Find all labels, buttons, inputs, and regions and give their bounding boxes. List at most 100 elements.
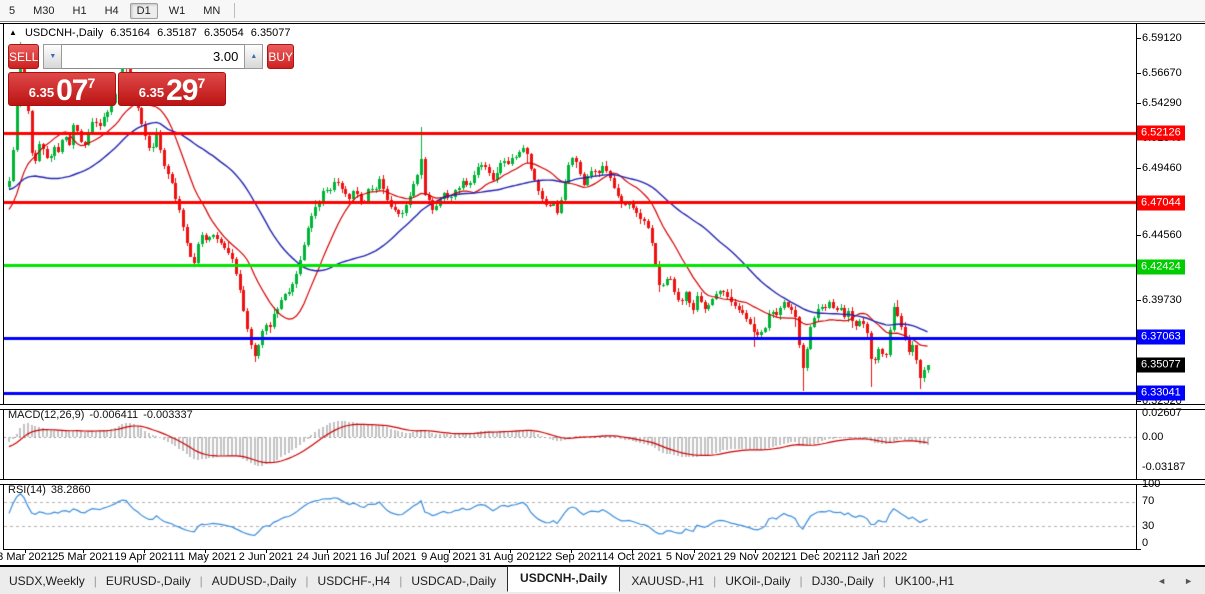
time-tick-label: 19 Apr 2021 (114, 551, 174, 563)
rsi-indicator-canvas (4, 482, 1136, 549)
time-tick-label: 12 Jan 2022 (846, 551, 908, 563)
buy-button[interactable]: BUY (267, 44, 295, 69)
ohlc-open: 6.35164 (110, 27, 151, 39)
price-tick-label: 6.54290 (1142, 97, 1182, 109)
time-tick-label: 25 Mar 2021 (52, 551, 114, 563)
timeframe-button-mn[interactable]: MN (196, 3, 227, 19)
volume-increase-button[interactable]: ▲ (244, 44, 264, 69)
symbol-period-label: USDCNH-,Daily (24, 27, 104, 39)
time-tick-label: 29 Nov 2021 (723, 551, 787, 563)
bid-price-small: 6.35 (28, 85, 55, 100)
time-tick-label: 16 Jul 2021 (359, 551, 417, 563)
price-tick-label: 6.59120 (1142, 32, 1182, 44)
one-click-trade-panel: SELL ▼ ▲ BUY 6.35 07 7 6.35 29 7 (8, 44, 295, 106)
sell-button[interactable]: SELL (8, 44, 40, 69)
price-tick-mark (1136, 168, 1141, 169)
chart-tab-bar: USDX,Weekly | EURUSD-,Daily | AUDUSD-,Daily |… (0, 566, 1205, 594)
chart-tab-usdchf-h4[interactable]: USDCHF-,H4 (309, 570, 400, 592)
chart-tab-usdcad-daily[interactable]: USDCAD-,Daily (402, 570, 505, 592)
price-level-badge: 6.42424 (1137, 259, 1185, 275)
price-level-badge: 6.37063 (1137, 329, 1185, 345)
spinner-down-icon: ▼ (49, 53, 57, 60)
chart-top-border (0, 23, 1205, 24)
macd-value-2: -0.003337 (143, 409, 193, 421)
indicator-tick-label: 0.02607 (1142, 407, 1182, 419)
time-tick-label: 14 Oct 2021 (602, 551, 662, 563)
time-tick-label: 24 Jun 2021 (296, 551, 358, 563)
indicator-tick-label: 70 (1142, 495, 1155, 507)
time-tick-label: 21 Dec 2021 (784, 551, 848, 563)
tab-scroll-left-icon[interactable]: ◄ (1157, 576, 1166, 586)
time-tick-label: 31 Aug 2021 (479, 551, 541, 563)
time-tick-label: 3 Mar 2021 (0, 551, 53, 563)
chart-tab-usdcnh-daily[interactable]: USDCNH-,Daily (507, 566, 621, 592)
time-tick-label: 9 Aug 2021 (421, 551, 477, 563)
volume-decrease-button[interactable]: ▼ (43, 44, 63, 69)
macd-label: MACD(12,26,9) -0.006411 -0.003337 (8, 409, 198, 421)
indicator-tick-label: 0 (1142, 537, 1149, 549)
chart-title: ▲ USDCNH-,Daily 6.35164 6.35187 6.35054 … (9, 27, 295, 39)
ohlc-low: 6.35054 (203, 27, 244, 39)
ask-price-pip: 7 (197, 75, 206, 91)
ask-price-big: 29 (166, 74, 198, 107)
bid-quote-box[interactable]: 6.35 07 7 (8, 72, 116, 106)
price-tick-mark (1136, 103, 1141, 104)
volume-stepper: ▼ ▲ (43, 44, 264, 69)
bid-price-pip: 7 (87, 75, 96, 91)
ohlc-close: 6.35077 (250, 27, 291, 39)
price-level-badge: 6.52126 (1137, 125, 1185, 141)
price-level-badge: 6.33041 (1137, 385, 1185, 401)
price-tick-mark (1136, 401, 1141, 402)
price-tick-label: 6.44560 (1142, 229, 1182, 241)
timeframe-button-h1[interactable]: H1 (66, 3, 94, 19)
time-tick-label: 11 May 2021 (173, 551, 237, 563)
rsi-label: RSI(14) 38.2860 (8, 484, 96, 496)
bid-price-big: 07 (56, 74, 88, 107)
price-level-badge: 6.35077 (1137, 357, 1185, 373)
rsi-value: 38.2860 (50, 484, 91, 496)
trading-platform-window: 5 M30 H1 H4 D1 W1 MN ▲ USDCNH-,Daily 6.35164 6… (0, 0, 1205, 594)
ask-price-small: 6.35 (138, 85, 165, 100)
panel-collapse-icon[interactable]: ▲ (9, 28, 17, 37)
indicator-tick-label: 30 (1142, 520, 1155, 532)
chart-tab-ukoil-daily[interactable]: UKOil-,Daily (716, 570, 799, 592)
price-tick-mark (1136, 300, 1141, 301)
chart-tab-xauusd-h1[interactable]: XAUUSD-,H1 (622, 570, 713, 592)
chart-left-border (3, 24, 4, 550)
tab-scroll-right-icon[interactable]: ► (1184, 576, 1193, 586)
chart-tab-uk100-h1[interactable]: UK100-,H1 (886, 570, 963, 592)
chart-tab-dj30-daily[interactable]: DJ30-,Daily (803, 570, 883, 592)
timeframe-button-5[interactable]: 5 (2, 3, 22, 19)
rsi-name: RSI(14) (8, 484, 46, 496)
timeframe-button-h4[interactable]: H4 (98, 3, 126, 19)
time-tick-label: 5 Nov 2021 (665, 551, 723, 563)
price-tick-label: 6.39730 (1142, 294, 1182, 306)
price-tick-mark (1136, 38, 1141, 39)
rsi-panel-divider[interactable] (0, 479, 1205, 485)
ohlc-high: 6.35187 (157, 27, 197, 39)
chart-tab-usdx-weekly[interactable]: USDX,Weekly (0, 570, 94, 592)
timeframe-button-m30[interactable]: M30 (26, 3, 61, 19)
macd-value-1: -0.006411 (89, 409, 139, 421)
timeframe-button-d1[interactable]: D1 (129, 2, 158, 19)
time-tick-label: 22 Sep 2021 (539, 551, 603, 563)
spinner-up-icon: ▲ (250, 53, 258, 60)
indicator-tick-label: 0.00 (1142, 431, 1164, 443)
volume-input[interactable] (62, 44, 245, 69)
price-tick-label: 6.49460 (1142, 162, 1182, 174)
timeframe-button-w1[interactable]: W1 (162, 3, 193, 19)
price-tick-mark (1136, 235, 1141, 236)
ask-quote-box[interactable]: 6.35 29 7 (118, 72, 226, 106)
indicator-tick-label: 100 (1142, 478, 1161, 490)
price-level-badge: 6.47044 (1137, 195, 1185, 211)
indicator-tick-label: -0.03187 (1142, 461, 1186, 473)
chart-tab-eurusd-daily[interactable]: EURUSD-,Daily (97, 570, 200, 592)
macd-name: MACD(12,26,9) (8, 409, 85, 421)
timeframe-toolbar: 5 M30 H1 H4 D1 W1 MN (0, 0, 1205, 22)
time-scale-border (3, 549, 1141, 550)
chart-tab-audusd-daily[interactable]: AUDUSD-,Daily (203, 570, 306, 592)
price-tick-mark (1136, 73, 1141, 74)
price-tick-label: 6.56670 (1142, 67, 1182, 79)
toolbar-separator (234, 3, 236, 18)
time-tick-label: 2 Jun 2021 (238, 551, 294, 563)
